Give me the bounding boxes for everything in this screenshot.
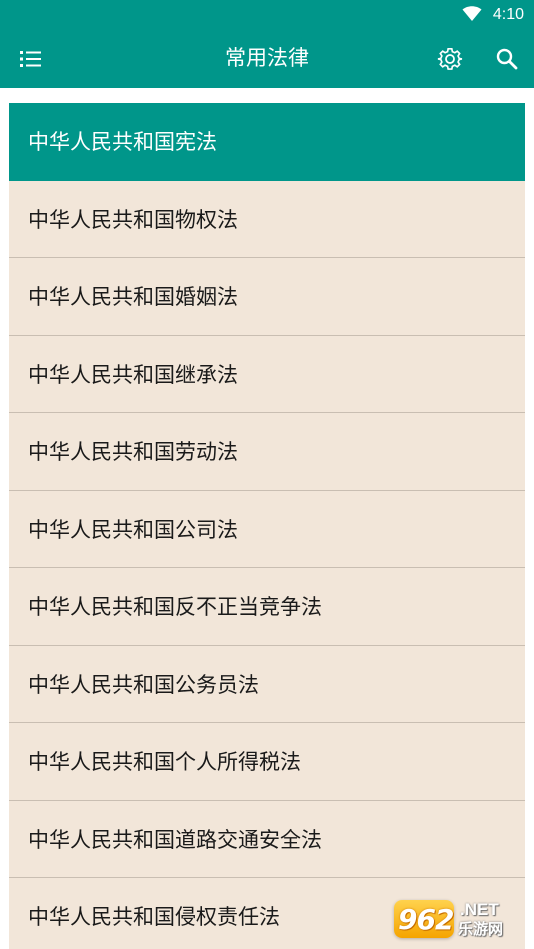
law-title: 中华人民共和国继承法: [28, 362, 238, 387]
law-title: 中华人民共和国劳动法: [28, 440, 238, 465]
law-list-item[interactable]: 中华人民共和国公务员法: [9, 645, 525, 723]
watermark-suffix: .NET: [460, 900, 499, 919]
law-title: 中华人民共和国侵权责任法: [28, 905, 280, 930]
watermark-number: 962: [398, 903, 454, 936]
law-title: 中华人民共和国婚姻法: [28, 285, 238, 310]
law-title: 中华人民共和国个人所得税法: [28, 750, 301, 775]
app-bar: 常用法律: [0, 30, 534, 88]
status-time: 4:10: [492, 6, 524, 23]
law-title: 中华人民共和国公务员法: [28, 672, 259, 697]
law-list-item[interactable]: 中华人民共和国劳动法: [9, 413, 525, 491]
watermark-site-name: 乐游网: [458, 920, 504, 938]
law-title: 中华人民共和国宪法: [28, 130, 217, 155]
search-icon: [496, 48, 518, 70]
wifi-icon: [462, 6, 482, 21]
law-title: 中华人民共和国道路交通安全法: [28, 827, 322, 852]
law-list-item[interactable]: 中华人民共和国反不正当竞争法: [9, 568, 525, 646]
law-list-item[interactable]: 中华人民共和国宪法: [9, 103, 525, 181]
law-list-item[interactable]: 中华人民共和国继承法: [9, 335, 525, 413]
site-watermark: 962 .NET 乐游网: [394, 896, 526, 942]
law-list: 中华人民共和国宪法 中华人民共和国物权法 中华人民共和国婚姻法 中华人民共和国继…: [9, 103, 525, 949]
law-list-item[interactable]: 中华人民共和国公司法: [9, 490, 525, 568]
law-list-item[interactable]: 中华人民共和国物权法: [9, 180, 525, 258]
law-list-item[interactable]: 中华人民共和国个人所得税法: [9, 723, 525, 801]
watermark-badge: 962: [394, 900, 454, 938]
law-title: 中华人民共和国反不正当竞争法: [28, 595, 322, 620]
law-title: 中华人民共和国公司法: [28, 517, 238, 542]
status-bar: 4:10: [0, 0, 534, 30]
law-list-item[interactable]: 中华人民共和国婚姻法: [9, 258, 525, 336]
law-list-item[interactable]: 中华人民共和国道路交通安全法: [9, 800, 525, 878]
gear-icon: [437, 48, 463, 70]
law-title: 中华人民共和国物权法: [28, 207, 238, 232]
search-button[interactable]: [487, 39, 527, 79]
settings-button[interactable]: [430, 39, 470, 79]
